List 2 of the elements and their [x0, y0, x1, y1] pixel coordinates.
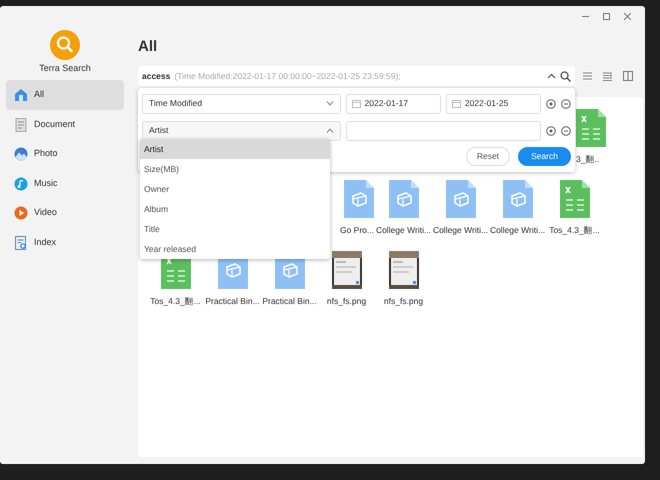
page-title: All [138, 38, 158, 56]
app-name: Terra Search [39, 62, 91, 76]
